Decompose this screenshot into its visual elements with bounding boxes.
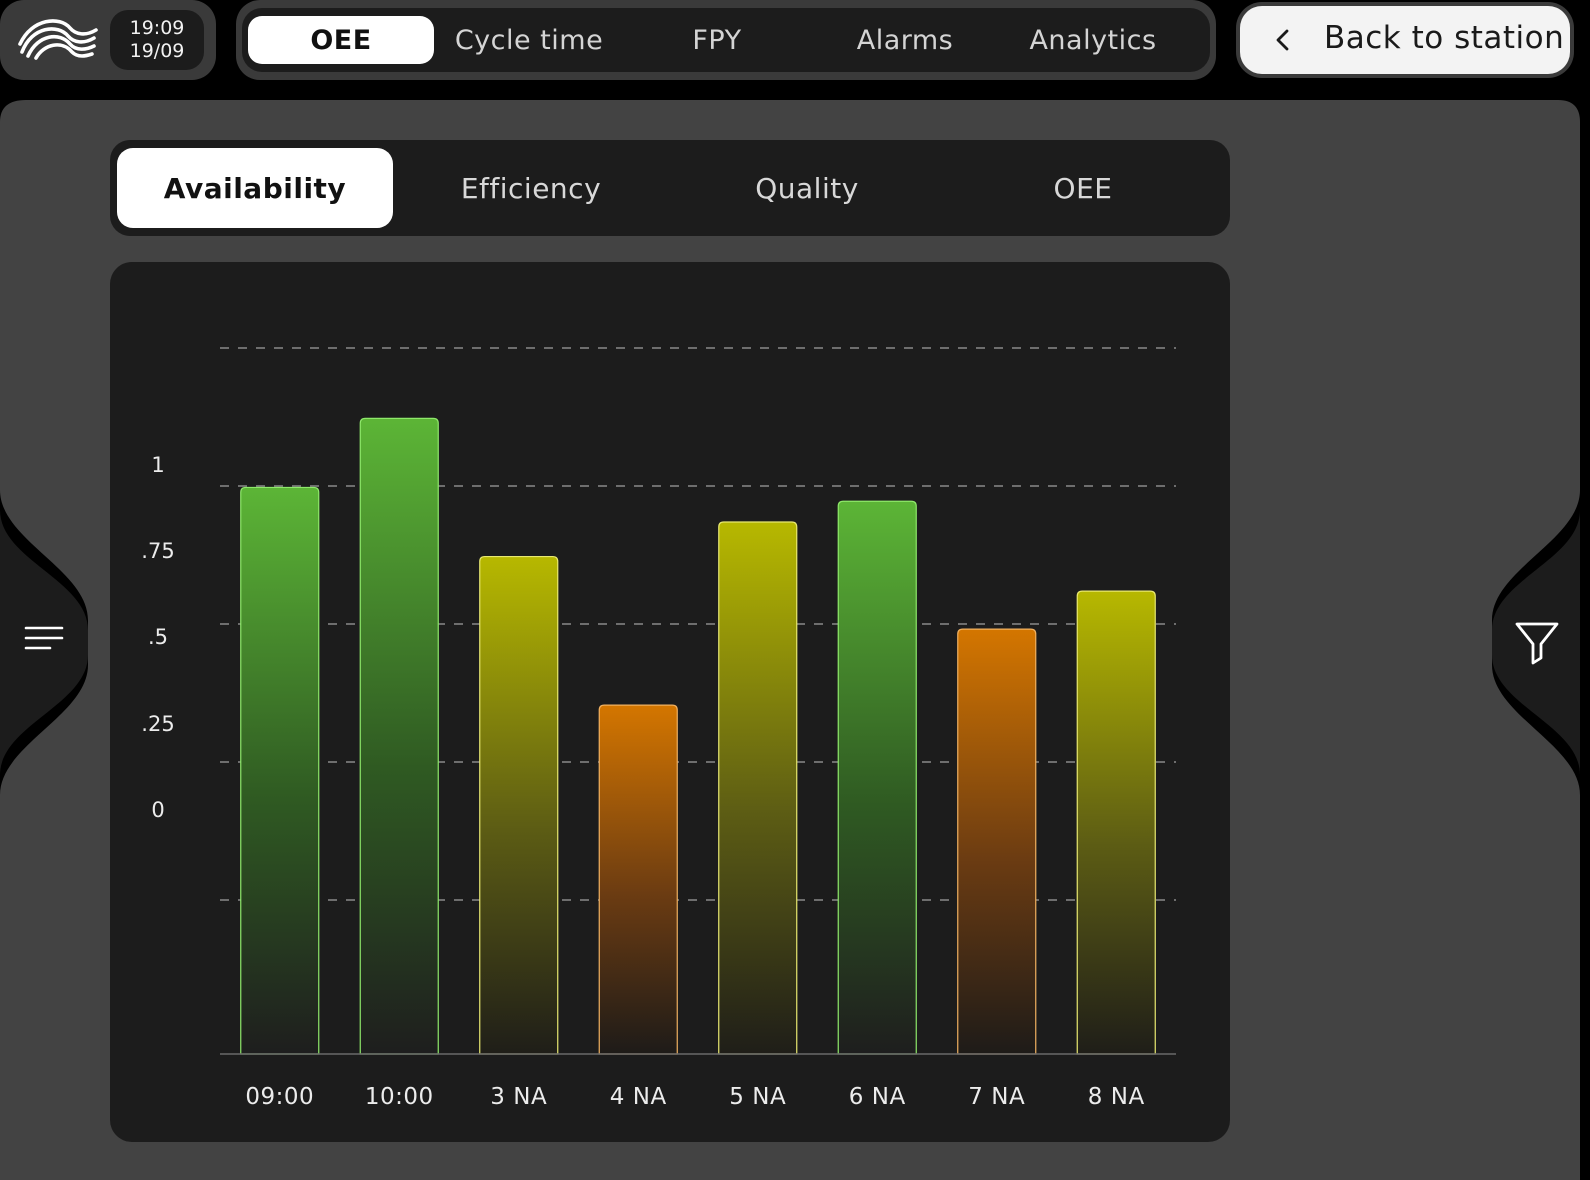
x-tick-label: 10:00 xyxy=(364,1084,434,1110)
tab-alarms[interactable]: Alarms xyxy=(812,16,998,64)
y-tick-label: 1 xyxy=(151,452,165,477)
bar-8-na[interactable] xyxy=(1076,590,1156,1055)
clock-time: 19:09 xyxy=(129,17,185,39)
x-tick-label: 7 NA xyxy=(968,1084,1026,1110)
status-pill: 19:09 19/09 xyxy=(0,0,216,80)
x-tick-label: 4 NA xyxy=(609,1084,667,1110)
y-tick-label: .75 xyxy=(141,539,175,564)
tab-fpy[interactable]: FPY xyxy=(624,16,810,64)
tab-analytics[interactable]: Analytics xyxy=(1000,16,1186,64)
tab-cycle-time[interactable]: Cycle time xyxy=(436,16,622,64)
top-nav: OEE Cycle time FPY Alarms Analytics xyxy=(236,0,1216,80)
bar-7-na[interactable] xyxy=(957,628,1037,1055)
subtab-availability[interactable]: Availability xyxy=(117,148,393,228)
clock-date: 19/09 xyxy=(129,40,185,62)
bar-6-na[interactable] xyxy=(837,500,917,1055)
metric-tabs: Availability Efficiency Quality OEE xyxy=(110,140,1230,236)
y-tick-label: .25 xyxy=(141,711,175,736)
top-nav-tabs: OEE Cycle time FPY Alarms Analytics xyxy=(242,8,1210,72)
x-tick-label: 3 NA xyxy=(490,1084,548,1110)
filter-funnel-icon[interactable] xyxy=(1512,616,1562,666)
availability-chart: 1 .75 .5 .25 0 09:00 10:00 3 NA 4 NA 5 NA 6 NA 7 NA… xyxy=(110,262,1230,1142)
tab-oee[interactable]: OEE xyxy=(248,16,434,64)
x-tick-label: 09:00 xyxy=(245,1084,315,1110)
bar-5-na[interactable] xyxy=(718,521,798,1055)
back-to-station-button[interactable]: Back to station xyxy=(1240,6,1570,74)
chart-canvas xyxy=(220,347,1176,1055)
y-tick-label: 0 xyxy=(151,798,165,823)
clock: 19:09 19/09 xyxy=(110,10,204,70)
x-tick-label: 6 NA xyxy=(848,1084,906,1110)
subtab-quality[interactable]: Quality xyxy=(669,148,945,228)
bar-4-na[interactable] xyxy=(598,704,678,1055)
back-to-station-label: Back to station xyxy=(1324,20,1565,56)
wave-logo-icon xyxy=(18,19,98,60)
bar-3-na[interactable] xyxy=(479,555,559,1055)
bar-09-00[interactable] xyxy=(240,486,320,1055)
subtab-efficiency[interactable]: Efficiency xyxy=(393,148,669,228)
x-tick-label: 5 NA xyxy=(729,1084,787,1110)
subtab-oee[interactable]: OEE xyxy=(945,148,1221,228)
bar-10-00[interactable] xyxy=(359,417,439,1055)
x-tick-label: 8 NA xyxy=(1087,1084,1145,1110)
y-tick-label: .5 xyxy=(147,625,169,650)
hamburger-menu-icon[interactable] xyxy=(20,620,68,660)
chevron-left-icon xyxy=(1276,29,1289,51)
